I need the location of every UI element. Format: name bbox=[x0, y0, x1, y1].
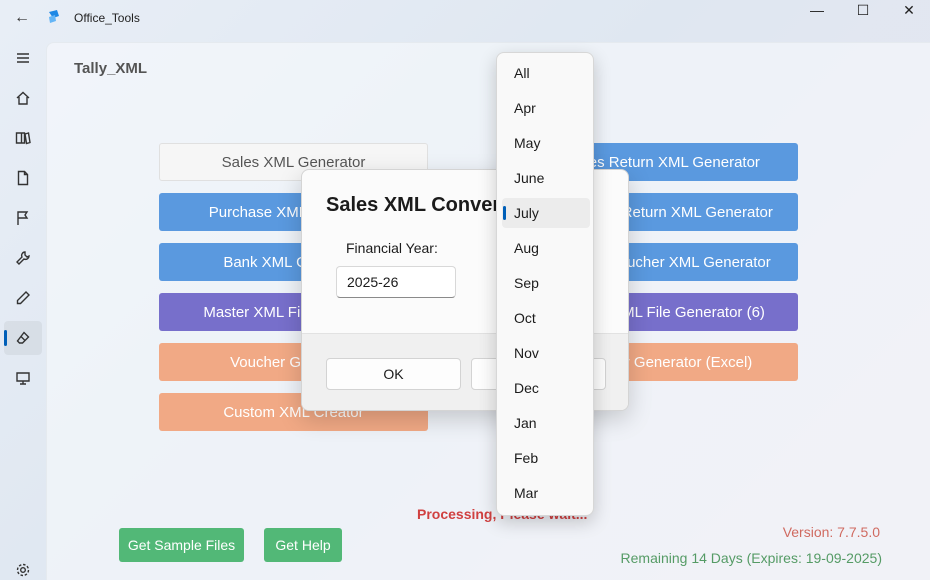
wrench-icon[interactable] bbox=[4, 241, 42, 275]
nav-rail bbox=[0, 36, 46, 580]
title-bar: ← Office_Tools — ☐ ✕ bbox=[0, 0, 930, 36]
menu-icon[interactable] bbox=[4, 41, 42, 75]
month-option-nov[interactable]: Nov bbox=[502, 338, 590, 368]
month-option-may[interactable]: May bbox=[502, 128, 590, 158]
month-option-sep[interactable]: Sep bbox=[502, 268, 590, 298]
month-dropdown-list: All Apr May June July Aug Sep Oct Nov De… bbox=[496, 52, 594, 516]
ok-button[interactable]: OK bbox=[326, 358, 461, 390]
month-option-aug[interactable]: Aug bbox=[502, 233, 590, 263]
minimize-button[interactable]: — bbox=[794, 0, 840, 32]
settings-icon[interactable] bbox=[4, 553, 42, 580]
active-indicator bbox=[4, 330, 7, 346]
eraser-icon[interactable] bbox=[4, 321, 42, 355]
document-icon[interactable] bbox=[4, 161, 42, 195]
remote-desktop-icon[interactable] bbox=[4, 361, 42, 395]
month-option-oct[interactable]: Oct bbox=[502, 303, 590, 333]
month-option-apr[interactable]: Apr bbox=[502, 93, 590, 123]
month-option-all[interactable]: All bbox=[502, 58, 590, 88]
month-option-june[interactable]: June bbox=[502, 163, 590, 193]
month-option-feb[interactable]: Feb bbox=[502, 443, 590, 473]
close-button[interactable]: ✕ bbox=[886, 0, 930, 32]
financial-year-label: Financial Year: bbox=[346, 240, 438, 256]
financial-year-input[interactable]: 2025-26 bbox=[336, 266, 456, 298]
month-option-july[interactable]: July bbox=[502, 198, 590, 228]
month-option-jan[interactable]: Jan bbox=[502, 408, 590, 438]
maximize-button[interactable]: ☐ bbox=[840, 0, 886, 32]
book-icon[interactable] bbox=[4, 121, 42, 155]
pencil-icon[interactable] bbox=[4, 281, 42, 315]
back-arrow-icon[interactable]: ← bbox=[12, 8, 32, 28]
month-option-dec[interactable]: Dec bbox=[502, 373, 590, 403]
flag-icon[interactable] bbox=[4, 201, 42, 235]
month-option-mar[interactable]: Mar bbox=[502, 478, 590, 508]
app-logo-icon bbox=[49, 10, 59, 23]
home-icon[interactable] bbox=[4, 81, 42, 115]
app-title: Office_Tools bbox=[74, 11, 140, 25]
